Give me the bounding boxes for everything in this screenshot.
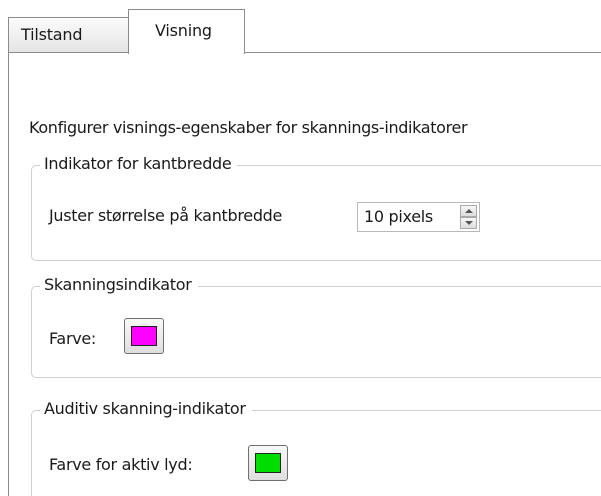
panel-description: Konfigurer visnings-egenskaber for skann…	[29, 118, 468, 137]
groupbox-border-width-title: Indikator for kantbredde	[40, 154, 238, 173]
scan-indicator-color-label: Farve:	[49, 329, 97, 348]
groupbox-scan-indicator-title: Skanningsindikator	[40, 275, 198, 294]
arrow-up-icon	[465, 209, 473, 213]
spinner-down-button[interactable]	[460, 217, 477, 229]
scan-indicator-color-button[interactable]	[124, 318, 164, 354]
auditory-indicator-color-label: Farve for aktiv lyd:	[49, 455, 193, 474]
border-width-label: Juster størrelse på kantbredde	[49, 206, 283, 225]
visning-settings-window: Tilstand Visning Konfigurer visnings-ege…	[0, 0, 601, 496]
arrow-down-icon	[465, 221, 473, 225]
tab-visning-label: Visning	[155, 21, 212, 40]
tab-tilstand[interactable]: Tilstand	[8, 17, 129, 53]
scan-indicator-color-swatch	[131, 326, 157, 346]
groupbox-auditory-indicator-title: Auditiv skanning-indikator	[40, 399, 252, 418]
tab-strip: Tilstand Visning	[0, 0, 601, 54]
tab-tilstand-label: Tilstand	[21, 25, 83, 44]
auditory-indicator-color-swatch	[255, 453, 281, 473]
groupbox-scan-indicator: Skanningsindikator Farve:	[31, 275, 601, 378]
spinner-up-button[interactable]	[460, 205, 477, 217]
border-width-spinner-value: 10 pixels	[364, 207, 433, 226]
groupbox-auditory-indicator: Auditiv skanning-indikator Farve for akt…	[31, 399, 601, 496]
groupbox-border-width: Indikator for kantbredde Juster størrels…	[31, 154, 601, 261]
auditory-indicator-color-button[interactable]	[248, 445, 288, 481]
tab-visning[interactable]: Visning	[128, 9, 245, 54]
spinner-buttons	[460, 205, 477, 229]
border-width-spinner[interactable]: 10 pixels	[357, 202, 480, 232]
